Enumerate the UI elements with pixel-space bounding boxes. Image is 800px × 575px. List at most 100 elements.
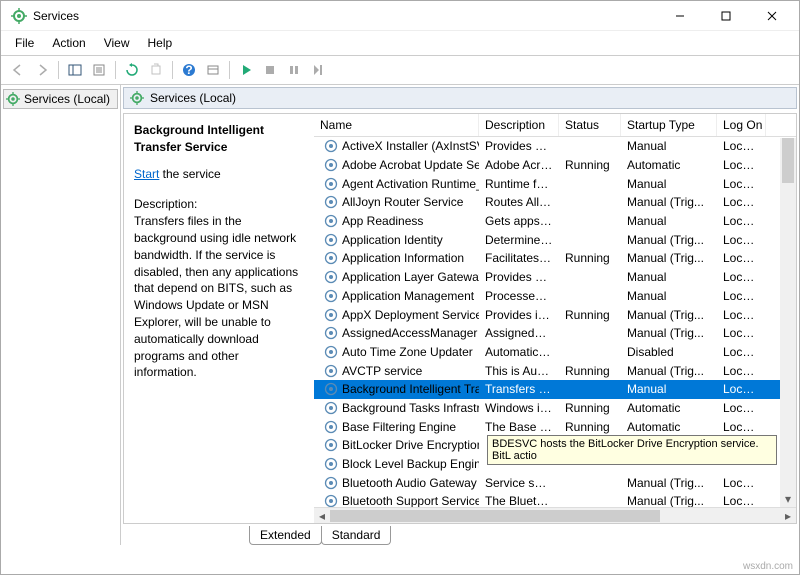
right-pane: Services (Local) Background Intelligent … xyxy=(121,85,799,545)
scroll-down-arrow[interactable]: ▾ xyxy=(780,491,796,507)
window-title: Services xyxy=(33,9,657,23)
start-suffix: the service xyxy=(159,167,220,181)
description-label: Description: xyxy=(134,196,304,213)
watermark: wsxdn.com xyxy=(743,561,793,572)
table-row[interactable]: App ReadinessGets apps re...ManualLocal … xyxy=(314,212,796,231)
gear-icon xyxy=(130,91,144,105)
start-service-link[interactable]: Start xyxy=(134,167,159,181)
table-row[interactable]: Background Tasks Infrastruc...Windows in… xyxy=(314,399,796,418)
service-icon xyxy=(324,401,338,415)
scroll-left-arrow[interactable]: ◂ xyxy=(314,508,330,524)
tab-extended[interactable]: Extended xyxy=(249,526,322,545)
pane-header: Services (Local) xyxy=(123,87,797,109)
column-logon[interactable]: Log On xyxy=(717,114,766,136)
table-row[interactable]: AppX Deployment Service (...Provides inf… xyxy=(314,305,796,324)
table-row[interactable]: Base Filtering EngineThe Base Fil...Runn… xyxy=(314,417,796,436)
table-row[interactable]: ActiveX Installer (AxInstSV)Provides Us.… xyxy=(314,137,796,156)
service-icon xyxy=(324,177,338,191)
maximize-button[interactable] xyxy=(703,1,749,31)
service-icon xyxy=(324,158,338,172)
tree-pane: Services (Local) xyxy=(1,85,121,545)
close-button[interactable] xyxy=(749,1,795,31)
start-service-button[interactable] xyxy=(235,59,257,81)
table-row[interactable]: Background Intelligent Tran...Transfers … xyxy=(314,380,796,399)
filter-button[interactable] xyxy=(202,59,224,81)
tooltip: BDESVC hosts the BitLocker Drive Encrypt… xyxy=(487,435,777,465)
service-icon xyxy=(324,308,338,322)
table-row[interactable]: Bluetooth Support ServiceThe Bluetoo...M… xyxy=(314,492,796,507)
service-icon xyxy=(324,195,338,209)
service-icon xyxy=(324,476,338,490)
show-hide-tree-button[interactable] xyxy=(64,59,86,81)
service-icon xyxy=(324,438,338,452)
table-row[interactable]: AssignedAccessManager Se...AssignedAc...… xyxy=(314,324,796,343)
services-app-icon xyxy=(11,8,27,24)
back-button[interactable] xyxy=(7,59,29,81)
column-desc[interactable]: Description xyxy=(479,114,559,136)
service-icon xyxy=(324,214,338,228)
restart-service-button[interactable] xyxy=(307,59,329,81)
menu-view[interactable]: View xyxy=(96,33,138,53)
title-bar: Services xyxy=(1,1,799,31)
service-icon xyxy=(324,289,338,303)
service-icon xyxy=(324,494,338,507)
menu-action[interactable]: Action xyxy=(44,33,93,53)
properties-button[interactable] xyxy=(88,59,110,81)
column-status[interactable]: Status xyxy=(559,114,621,136)
tree-node-services-local[interactable]: Services (Local) xyxy=(3,89,118,109)
table-row[interactable]: Application InformationFacilitates t...R… xyxy=(314,249,796,268)
service-icon xyxy=(324,345,338,359)
service-icon xyxy=(324,420,338,434)
scrollbar-thumb[interactable] xyxy=(782,138,794,183)
column-name[interactable]: Name xyxy=(314,114,479,136)
table-row[interactable]: Auto Time Zone UpdaterAutomatica...Disab… xyxy=(314,343,796,362)
table-row[interactable]: Adobe Acrobat Update Serv...Adobe Acro..… xyxy=(314,156,796,175)
table-row[interactable]: Bluetooth Audio Gateway S...Service sup.… xyxy=(314,473,796,492)
toolbar: ? xyxy=(1,55,799,85)
horizontal-scrollbar[interactable]: ◂ ▸ xyxy=(314,507,796,523)
description-text: Transfers files in the background using … xyxy=(134,213,304,381)
service-icon xyxy=(324,233,338,247)
service-icon xyxy=(324,382,338,396)
service-list: Name Description Status Startup Type Log… xyxy=(314,114,796,523)
service-icon xyxy=(324,139,338,153)
menu-help[interactable]: Help xyxy=(140,33,181,53)
export-button[interactable] xyxy=(145,59,167,81)
separator xyxy=(229,61,230,79)
tree-node-label: Services (Local) xyxy=(24,92,110,106)
service-icon xyxy=(324,251,338,265)
menu-bar: File Action View Help xyxy=(1,31,799,55)
separator xyxy=(115,61,116,79)
pause-service-button[interactable] xyxy=(283,59,305,81)
table-row[interactable]: Application Layer Gateway ...Provides su… xyxy=(314,268,796,287)
separator xyxy=(172,61,173,79)
service-icon xyxy=(324,457,338,471)
pane-header-label: Services (Local) xyxy=(150,91,236,105)
separator xyxy=(58,61,59,79)
scrollbar-thumb[interactable] xyxy=(330,510,660,522)
list-header: Name Description Status Startup Type Log… xyxy=(314,114,796,137)
svg-text:?: ? xyxy=(185,63,192,77)
detail-pane: Background Intelligent Transfer Service … xyxy=(124,114,314,523)
table-row[interactable]: AllJoyn Router ServiceRoutes AllJo...Man… xyxy=(314,193,796,212)
menu-file[interactable]: File xyxy=(7,33,42,53)
tab-standard[interactable]: Standard xyxy=(321,526,392,545)
vertical-scrollbar[interactable]: ▾ xyxy=(780,138,796,507)
table-row[interactable]: Application ManagementProcesses in...Man… xyxy=(314,287,796,306)
forward-button[interactable] xyxy=(31,59,53,81)
table-row[interactable]: Agent Activation Runtime_...Runtime for.… xyxy=(314,174,796,193)
service-icon xyxy=(324,326,338,340)
minimize-button[interactable] xyxy=(657,1,703,31)
table-row[interactable]: Application IdentityDetermines ...Manual… xyxy=(314,230,796,249)
selected-service-title: Background Intelligent Transfer Service xyxy=(134,122,304,156)
gear-icon xyxy=(6,92,20,106)
view-tabs: Extended Standard xyxy=(121,526,799,545)
service-icon xyxy=(324,364,338,378)
column-startup[interactable]: Startup Type xyxy=(621,114,717,136)
service-icon xyxy=(324,270,338,284)
table-row[interactable]: AVCTP serviceThis is Audi...RunningManua… xyxy=(314,361,796,380)
scroll-right-arrow[interactable]: ▸ xyxy=(780,508,796,524)
refresh-button[interactable] xyxy=(121,59,143,81)
stop-service-button[interactable] xyxy=(259,59,281,81)
help-button[interactable]: ? xyxy=(178,59,200,81)
